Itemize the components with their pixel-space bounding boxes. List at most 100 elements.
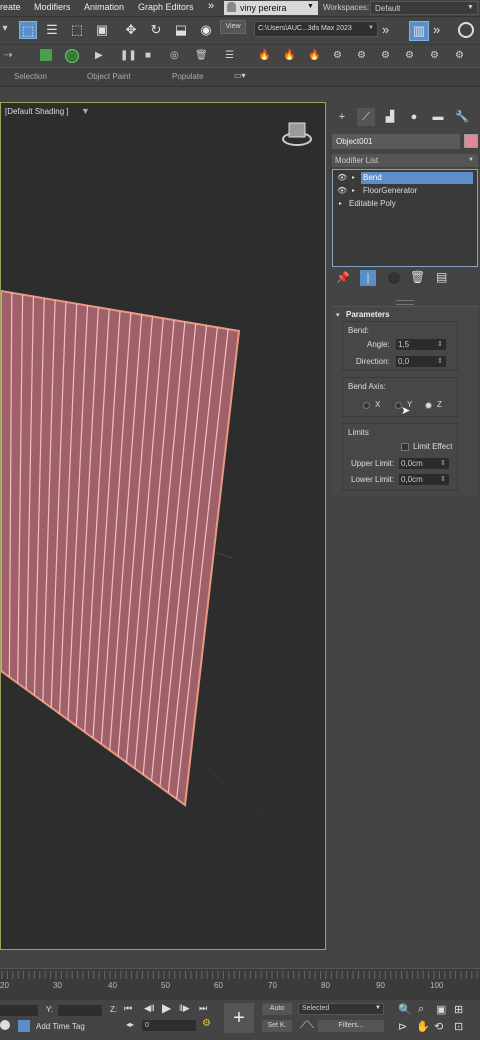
record-icon[interactable]: ◎ [170,48,179,64]
angle-spinner[interactable]: 1,5 ⇕ [396,339,446,350]
pause-icon[interactable]: ❚❚ [120,48,137,64]
make-unique-icon[interactable] [388,272,400,284]
expand-icon[interactable]: ▸ [352,185,355,197]
rotate-icon[interactable]: ↻ [147,21,165,39]
rectangular-selection-icon[interactable]: ⬚ [68,21,86,39]
eye-icon[interactable]: 👁 [337,172,347,184]
timeline[interactable]: 20 30 40 50 60 70 80 90 100 [0,968,480,1001]
select-by-name-icon[interactable]: ☰ [43,21,61,39]
goto-start-icon[interactable]: ⏮ [124,1003,132,1014]
help-icon[interactable] [458,22,474,38]
utilities-tab-icon[interactable]: 🔧 [453,108,471,126]
play-icon[interactable]: ▶ [162,1001,171,1015]
maximize-viewport-icon[interactable]: ⊡ [454,1020,463,1033]
goto-end-icon[interactable]: ⏭ [199,1003,207,1014]
stack-item-floorgenerator[interactable]: 👁 ▸ FloorGenerator [335,185,475,197]
stop-icon[interactable]: ■ [145,48,151,64]
viewport[interactable]: [Default Shading ] ▼ [0,102,326,950]
key-filter-select[interactable]: Selected ▼ [298,1003,384,1015]
zoom-all-icon[interactable]: ⌕ [418,1003,424,1016]
expand-icon[interactable]: ▸ [352,172,355,184]
collapse-icon[interactable]: ▾ [336,311,340,319]
scale-icon[interactable]: ⬓ [172,21,190,39]
modify-tab-icon[interactable]: ⟋ [357,108,375,126]
filters-button[interactable]: Filters... [318,1020,384,1032]
create-tab-icon[interactable]: + [333,108,351,126]
expand-icon[interactable]: ▸ [339,198,342,210]
rollout-title[interactable]: Parameters [346,310,390,319]
spinner-arrows-icon[interactable]: ⇕ [440,458,446,469]
workspace-select[interactable]: Default ▼ [370,1,478,15]
modifier-list-select[interactable]: Modifier List ▼ [332,154,478,167]
layout-toggle-icon[interactable]: ▥ [409,21,429,41]
spinner-arrows-icon[interactable]: ⇕ [437,339,443,350]
list-icon[interactable]: ☰ [225,48,234,64]
render-icon[interactable]: 🔥 [308,48,320,64]
field-of-view-icon[interactable]: ⊳ [398,1020,407,1033]
link-icon[interactable]: ⇢ [4,48,12,64]
object-name-field[interactable]: Object001 [332,134,460,149]
auto-key-button[interactable]: Auto [262,1003,292,1015]
lower-limit-spinner[interactable]: 0,0cm ⇕ [399,474,449,485]
hierarchy-tab-icon[interactable]: ▟ [381,108,399,126]
tab-object-paint[interactable]: Object Paint [87,72,131,81]
play-icon[interactable]: ▶ [95,48,103,64]
configure-sets-icon[interactable]: ▤ [436,270,447,284]
spinner-arrows-icon[interactable]: ⇕ [437,356,443,367]
limit-effect-checkbox[interactable] [401,443,409,451]
material-icon[interactable] [65,49,79,63]
zoom-icon[interactable]: 🔍 [398,1003,412,1016]
pin-stack-icon[interactable]: 📌 [336,271,350,284]
show-end-result-icon[interactable]: | [360,270,376,286]
render-setup-icon[interactable]: 🔥 [258,48,270,64]
menu-animation[interactable]: Animation [84,2,124,12]
add-time-tag-label[interactable]: Add Time Tag [36,1022,85,1031]
menu-create[interactable]: reate [0,2,21,12]
trash-icon[interactable]: 🗑 [410,270,425,284]
tool-icon[interactable]: ⚙ [405,48,414,64]
set-key-button[interactable]: Set K. [262,1020,292,1032]
menu-modifiers[interactable]: Modifiers [34,2,71,12]
tab-selection[interactable]: Selection [14,72,47,81]
axis-x-radio[interactable] [363,402,370,409]
time-tag-icon[interactable] [18,1020,30,1032]
user-account-box[interactable]: viny pereira ▼ [224,1,318,15]
display-tab-icon[interactable]: ▬ [429,108,447,126]
y-coord-field[interactable] [58,1005,102,1016]
upper-limit-spinner[interactable]: 0,0cm ⇕ [399,458,449,469]
stack-item-editable-poly[interactable]: ▸ Editable Poly [335,198,475,210]
key-nav-icon[interactable]: ◂▸ [126,1020,134,1029]
tool-icon[interactable]: ⚙ [357,48,366,64]
reference-coord-select[interactable]: View [220,20,246,34]
tool-icon[interactable]: ⚙ [455,48,464,64]
tool-icon[interactable]: ⚙ [381,48,390,64]
key-mode-button[interactable]: + [224,1003,254,1033]
panel-divider-handle[interactable] [396,300,414,305]
next-frame-icon[interactable]: ‖▶ [179,1003,190,1014]
menu-overflow-icon[interactable]: » [208,0,214,12]
axis-z-radio[interactable] [425,402,432,409]
window-crossing-icon[interactable]: ▣ [93,21,111,39]
overflow-icon[interactable]: » [433,21,440,39]
project-path-select[interactable]: C:\Users\AUC...3ds Max 2023 ▼ [254,21,378,37]
trash-icon[interactable]: 🗑 [195,48,208,64]
time-config-icon[interactable]: ⚙ [202,1018,211,1029]
spinner-arrows-icon[interactable]: ⇕ [440,474,446,485]
zoom-extents-all-icon[interactable]: ⊞ [454,1003,463,1016]
pan-icon[interactable]: ✋ [416,1020,430,1033]
menu-graph-editors[interactable]: Graph Editors [138,2,194,12]
place-icon[interactable]: ◉ [197,21,215,39]
x-coord-field[interactable] [0,1005,38,1016]
stack-item-bend[interactable]: 👁 ▸ Bend [335,172,475,184]
eye-icon[interactable]: 👁 [337,185,347,197]
zoom-extents-icon[interactable]: ▣ [436,1003,446,1016]
key-tangent-icon[interactable]: ⟋⟍ [300,1020,314,1031]
move-icon[interactable]: ✥ [122,21,140,39]
overflow-icon[interactable]: » [382,21,389,39]
prev-frame-icon[interactable]: ◀‖ [144,1003,155,1014]
modifier-stack[interactable]: 👁 ▸ Bend 👁 ▸ FloorGenerator ▸ Editable P… [332,169,478,267]
orbit-icon[interactable]: ⟲ [434,1020,443,1033]
dropdown-icon[interactable]: ▾ [0,21,10,37]
select-object-icon[interactable]: ⬚ [19,21,37,39]
render-frame-icon[interactable]: 🔥 [283,48,295,64]
